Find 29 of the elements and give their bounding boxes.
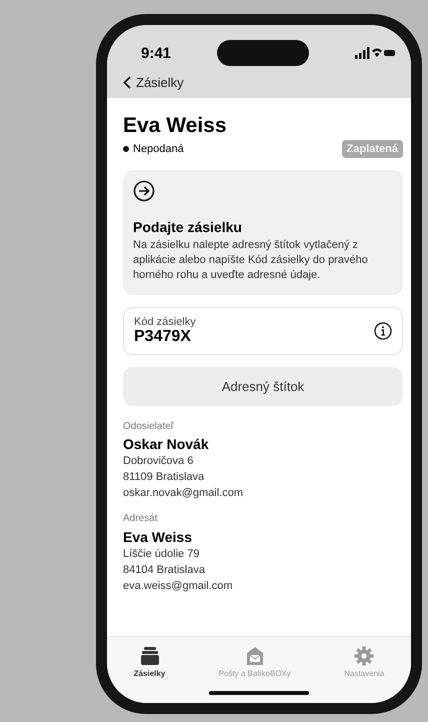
party-role: Odosielateľ xyxy=(123,420,175,434)
card-text: Na zásielku nalepte adresný štítok vytlačený z aplikácie alebo napíšte Kód zásielky do pravého horného rohu a uveďte adresné údaje. xyxy=(133,238,369,283)
field-label: Kód zásielky xyxy=(134,316,196,328)
shipment-status: Nepodaná xyxy=(123,143,184,155)
party-email: oskar.novak@gmail.com xyxy=(123,486,244,502)
field-value: P3479X xyxy=(134,328,192,346)
recipient-title: Eva Weiss xyxy=(123,114,228,138)
party-role: Adresát xyxy=(123,512,158,526)
address-label-button[interactable]: Adresný štítok xyxy=(123,366,403,406)
mailbox-icon xyxy=(244,646,265,666)
party-city: 84104 Bratislava xyxy=(123,562,206,578)
card-title: Podajte zásielku xyxy=(133,219,243,235)
tab[interactable]: Zásielky xyxy=(128,645,172,679)
payment-badge: Zaplatená xyxy=(342,140,403,158)
back-button[interactable]: Zásielky xyxy=(123,67,184,90)
chevron-left-icon xyxy=(123,76,131,89)
party-city: 81109 Bratislava xyxy=(123,470,206,486)
status-icons xyxy=(355,47,395,59)
party-name: Oskar Novák xyxy=(123,435,210,454)
tray-icon xyxy=(140,646,160,666)
arrow-right-circle-icon xyxy=(133,180,155,202)
party-street: Dobrovičova 6 xyxy=(123,454,194,470)
status-time: 9:41 xyxy=(140,44,172,62)
info-icon[interactable] xyxy=(374,322,392,340)
code-field[interactable]: Kód zásielky P3479X xyxy=(123,306,403,355)
party-email: eva.weiss@gmail.com xyxy=(123,578,234,594)
party-name: Eva Weiss xyxy=(123,528,194,547)
party-street: Líščie údolie 79 xyxy=(123,546,200,562)
gear-icon xyxy=(354,646,374,666)
